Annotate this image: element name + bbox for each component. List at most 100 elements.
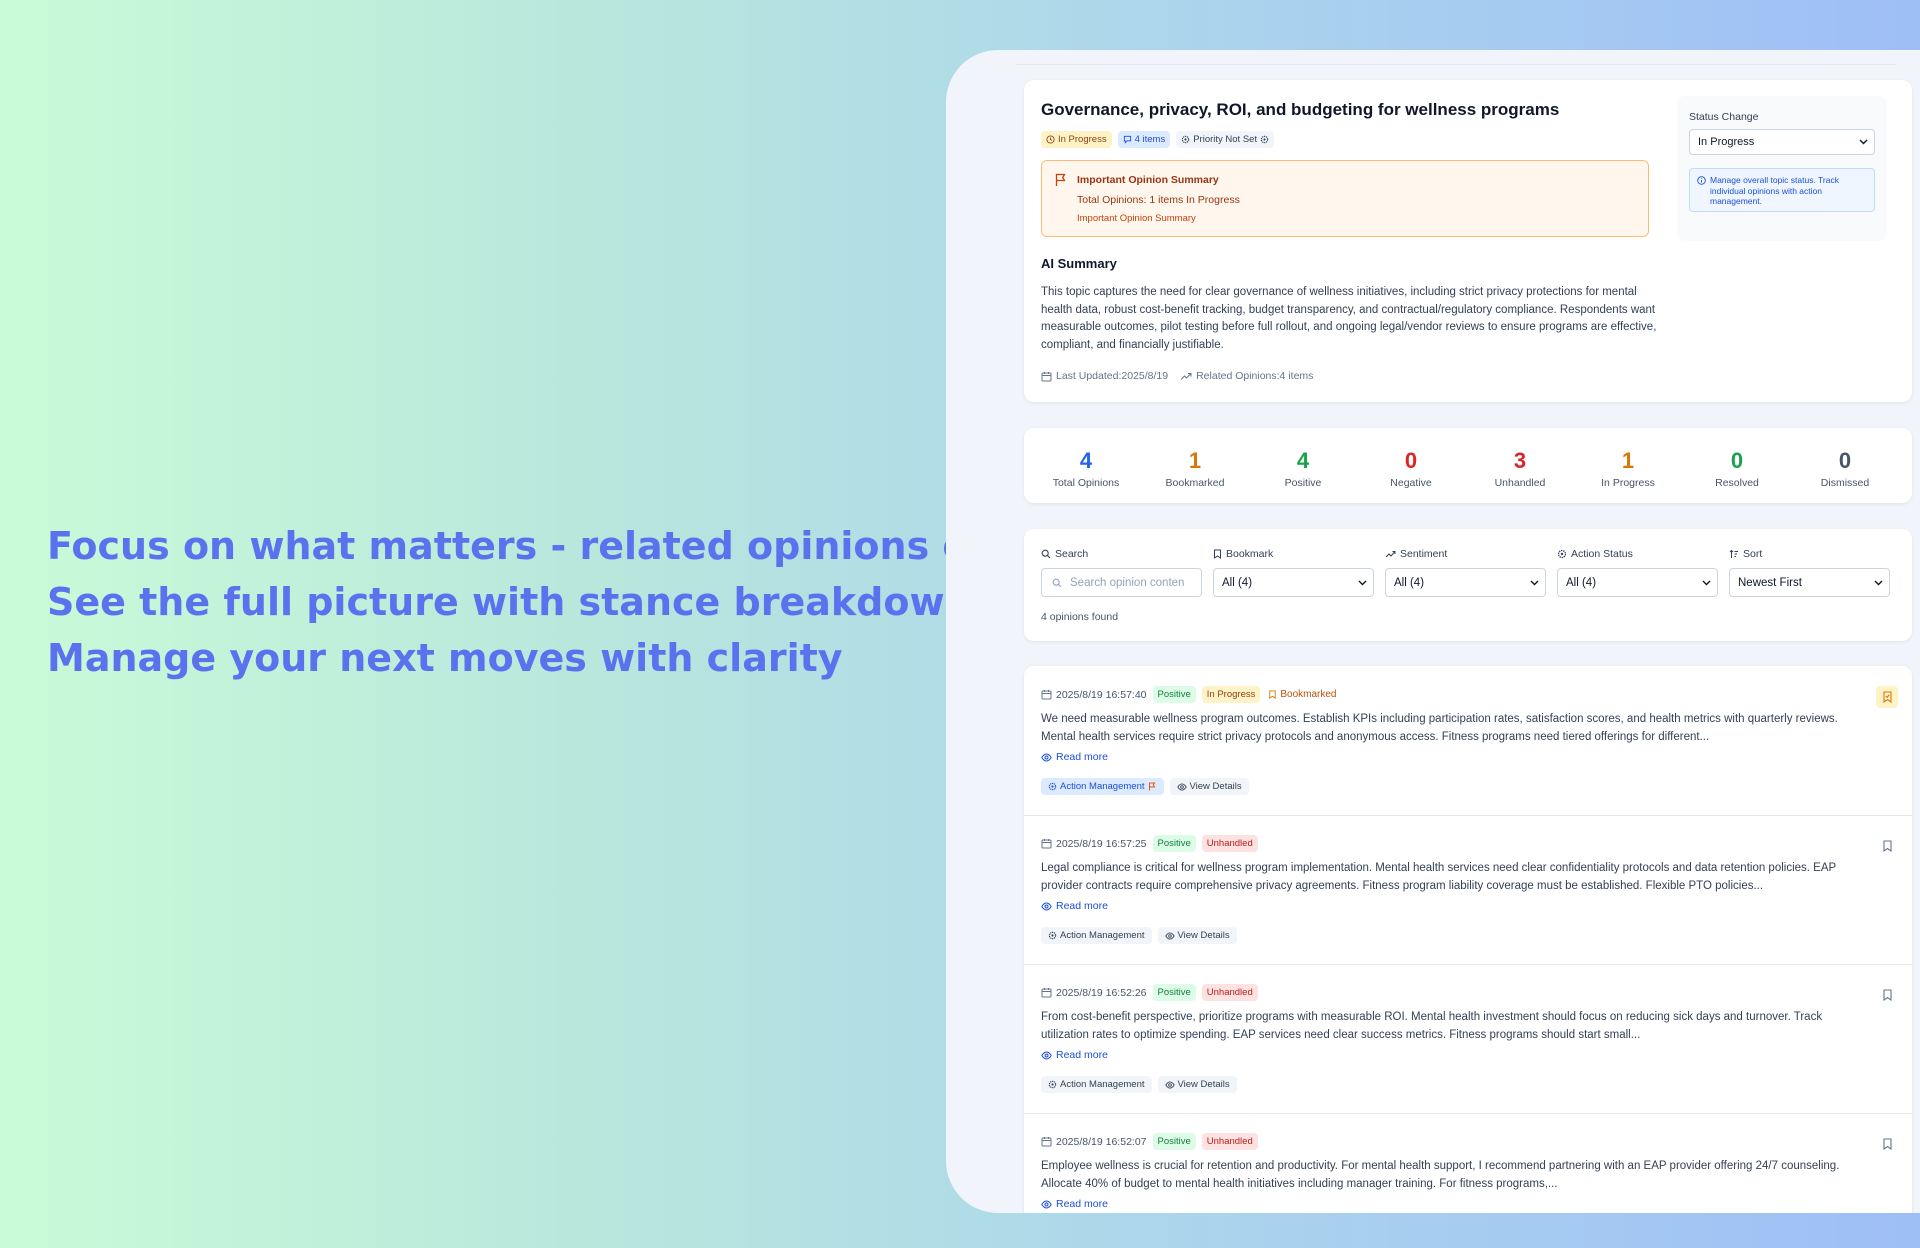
stat-label: Unhandled bbox=[1494, 477, 1546, 489]
read-more-label: Read more bbox=[1056, 900, 1108, 912]
opinion-actions: Action Management View Details bbox=[1041, 927, 1237, 944]
read-more-label: Read more bbox=[1056, 1049, 1108, 1061]
trend-up-icon bbox=[1385, 551, 1396, 558]
opinion-date: 2025/8/19 16:52:26 bbox=[1041, 987, 1147, 999]
stat-value: 3 bbox=[1513, 448, 1527, 473]
bookmark-filter-label: Bookmark bbox=[1213, 547, 1374, 561]
bookmark-toggle[interactable] bbox=[1876, 1133, 1898, 1155]
calendar-icon bbox=[1041, 371, 1052, 381]
items-badge-label: 4 items bbox=[1134, 134, 1166, 145]
opinions-list: 2025/8/19 16:57:40 Positive In Progress … bbox=[1024, 666, 1912, 1213]
stats-card: 4 Total Opinions 1 Bookmarked 4 Positive… bbox=[1024, 428, 1912, 503]
action-status-select-value: All (4) bbox=[1566, 576, 1597, 589]
important-summary-alert: Important Opinion Summary Total Opinions… bbox=[1041, 160, 1649, 237]
gear-icon bbox=[1048, 782, 1057, 791]
info-icon bbox=[1697, 176, 1706, 185]
sentiment-select[interactable]: All (4) bbox=[1385, 568, 1546, 597]
stat-resolved: 0 Resolved bbox=[1687, 448, 1787, 489]
bookmark-toggle[interactable] bbox=[1876, 835, 1898, 857]
eye-icon bbox=[1041, 1050, 1052, 1060]
status-select[interactable]: In Progress bbox=[1689, 129, 1875, 155]
search-icon bbox=[1041, 549, 1051, 559]
view-details-label: View Details bbox=[1177, 930, 1230, 941]
view-details-label: View Details bbox=[1189, 781, 1242, 792]
stat-positive: 4 Positive bbox=[1253, 448, 1353, 489]
action-status-select[interactable]: All (4) bbox=[1557, 568, 1718, 597]
stat-dismissed: 0 Dismissed bbox=[1795, 448, 1895, 489]
stat-unhandled: 3 Unhandled bbox=[1470, 448, 1570, 489]
hero-line-2: See the full picture with stance breakdo… bbox=[47, 580, 972, 624]
bookmark-filter: Bookmark All (4) bbox=[1213, 547, 1374, 597]
topic-title: Governance, privacy, ROI, and budgeting … bbox=[1041, 100, 1560, 119]
opinion-header: 2025/8/19 16:57:25 Positive Unhandled bbox=[1041, 835, 1258, 852]
chevron-down-icon bbox=[1859, 139, 1868, 145]
stat-value: 1 bbox=[1188, 448, 1202, 473]
status-badge-label: In Progress bbox=[1058, 134, 1107, 145]
opinion-header: 2025/8/19 16:52:07 Positive Unhandled bbox=[1041, 1133, 1258, 1150]
view-details-label: View Details bbox=[1177, 1079, 1230, 1090]
eye-icon bbox=[1176, 782, 1187, 791]
search-label-text: Search bbox=[1055, 548, 1089, 560]
read-more-link[interactable]: Read more bbox=[1041, 1198, 1108, 1210]
stat-value: 0 bbox=[1838, 448, 1852, 473]
read-more-link[interactable]: Read more bbox=[1041, 751, 1108, 763]
eye-icon bbox=[1041, 1199, 1052, 1209]
bookmark-toggle[interactable] bbox=[1876, 686, 1898, 708]
status-select-value: In Progress bbox=[1698, 136, 1755, 148]
status-badge: Unhandled bbox=[1201, 835, 1258, 852]
eye-icon bbox=[1164, 1080, 1175, 1089]
hero-text: Focus on what matters - related opinions… bbox=[47, 518, 1033, 686]
action-management-button[interactable]: Action Management bbox=[1041, 778, 1164, 795]
calendar-icon bbox=[1041, 839, 1052, 849]
alert-subtitle: Important Opinion Summary bbox=[1077, 213, 1196, 224]
opinion-date-text: 2025/8/19 16:57:40 bbox=[1056, 688, 1147, 701]
chevron-down-icon bbox=[1702, 580, 1711, 585]
ai-summary-heading: AI Summary bbox=[1041, 256, 1117, 271]
sort-filter: Sort Newest First bbox=[1729, 547, 1890, 597]
opinion-date: 2025/8/19 16:57:25 bbox=[1041, 838, 1147, 850]
gear-icon bbox=[1557, 549, 1567, 559]
sort-select[interactable]: Newest First bbox=[1729, 568, 1890, 597]
sentiment-badge: Positive bbox=[1152, 984, 1196, 1001]
last-updated: Last Updated:2025/8/19 bbox=[1041, 370, 1168, 382]
action-management-button[interactable]: Action Management bbox=[1041, 927, 1152, 944]
view-details-button[interactable]: View Details bbox=[1157, 927, 1237, 944]
opinion-item: 2025/8/19 16:57:40 Positive In Progress … bbox=[1024, 666, 1912, 816]
ai-summary-text: This topic captures the need for clear g… bbox=[1041, 286, 1657, 351]
stat-label: Resolved bbox=[1715, 477, 1759, 489]
priority-badge-label: Priority Not Set bbox=[1193, 134, 1258, 145]
action-management-button[interactable]: Action Management bbox=[1041, 1076, 1152, 1093]
bookmark-check-icon bbox=[1882, 691, 1892, 703]
priority-badge[interactable]: Priority Not Set bbox=[1176, 131, 1275, 148]
opinion-date-text: 2025/8/19 16:52:07 bbox=[1056, 1135, 1147, 1148]
stat-label: In Progress bbox=[1601, 477, 1655, 489]
bookmark-toggle[interactable] bbox=[1876, 984, 1898, 1006]
gear-icon bbox=[1181, 135, 1190, 144]
hero-line-3: Manage your next moves with clarity bbox=[47, 636, 843, 680]
sentiment-select-value: All (4) bbox=[1394, 576, 1425, 589]
stat-bookmarked: 1 Bookmarked bbox=[1145, 448, 1245, 489]
opinion-actions: Action Management View Details bbox=[1041, 1076, 1237, 1093]
read-more-link[interactable]: Read more bbox=[1041, 1049, 1108, 1061]
opinion-date-text: 2025/8/19 16:52:26 bbox=[1056, 986, 1147, 999]
chevron-down-icon bbox=[1358, 580, 1367, 585]
status-change-label: Status Change bbox=[1689, 111, 1759, 123]
bookmark-icon bbox=[1214, 549, 1221, 559]
opinion-date: 2025/8/19 16:52:07 bbox=[1041, 1136, 1147, 1148]
opinion-text: We need measurable wellness program outc… bbox=[1041, 713, 1838, 743]
related-opinions-text: Related Opinions:4 items bbox=[1196, 370, 1314, 382]
sentiment-filter-label-text: Sentiment bbox=[1400, 548, 1448, 560]
bookmark-icon bbox=[1882, 1138, 1892, 1150]
status-badge: In Progress bbox=[1201, 686, 1261, 703]
bookmarked-badge: Bookmarked bbox=[1266, 686, 1338, 703]
view-details-button[interactable]: View Details bbox=[1157, 1076, 1237, 1093]
status-change-panel: Status Change In Progress Manage overall… bbox=[1677, 96, 1887, 241]
stat-label: Bookmarked bbox=[1165, 477, 1225, 489]
bookmarked-badge-label: Bookmarked bbox=[1280, 689, 1337, 700]
read-more-link[interactable]: Read more bbox=[1041, 900, 1108, 912]
search-input[interactable]: Search opinion conten bbox=[1041, 568, 1202, 597]
stat-total-opinions: 4 Total Opinions bbox=[1036, 448, 1136, 489]
view-details-button[interactable]: View Details bbox=[1169, 778, 1249, 795]
calendar-icon bbox=[1041, 690, 1052, 700]
bookmark-select[interactable]: All (4) bbox=[1213, 568, 1374, 597]
